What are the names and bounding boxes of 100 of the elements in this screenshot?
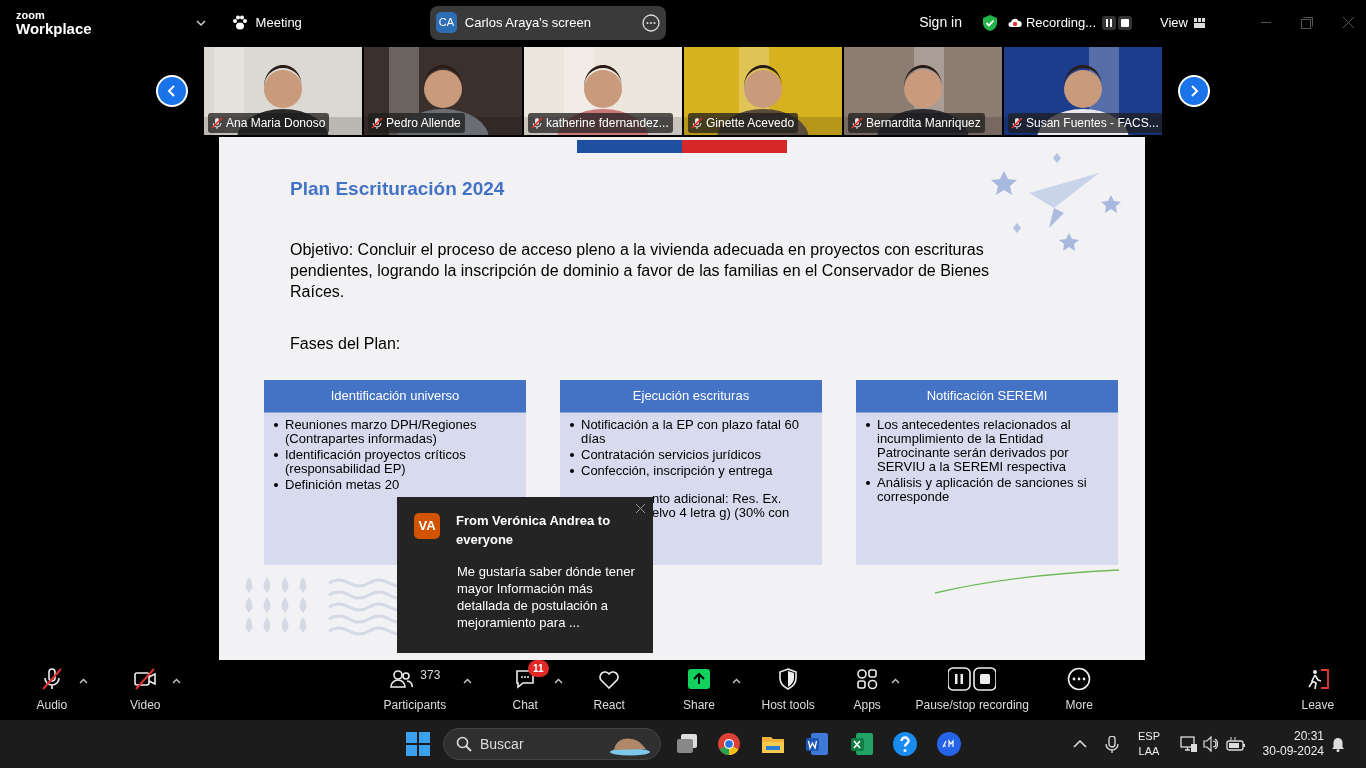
language-code[interactable]: ESP bbox=[1138, 729, 1160, 744]
participant-count: 373 bbox=[420, 667, 441, 684]
apps-button[interactable]: Apps bbox=[853, 666, 881, 714]
browser-icon[interactable] bbox=[717, 732, 741, 756]
bullet-icon bbox=[274, 422, 278, 427]
battery-icon[interactable] bbox=[1226, 736, 1246, 752]
share-button[interactable]: Share bbox=[683, 666, 716, 714]
start-icon[interactable] bbox=[406, 732, 430, 756]
spreadsheet-icon[interactable] bbox=[850, 732, 874, 756]
avatar-initials: VA bbox=[414, 513, 440, 539]
record-button[interactable]: Pause/stop recording bbox=[915, 666, 1029, 714]
next-button[interactable] bbox=[1178, 75, 1210, 107]
bullet-text: Reuniones marzo DPH/Regiones (Contrapartes informadas) bbox=[285, 417, 478, 446]
clock-date[interactable]: 30-09-2024 bbox=[1252, 744, 1324, 759]
grid-icon bbox=[1194, 17, 1205, 28]
search-icon bbox=[456, 736, 472, 752]
bullet-icon bbox=[866, 480, 870, 485]
people-icon bbox=[389, 667, 414, 691]
audio-button[interactable]: Audio bbox=[36, 666, 68, 714]
recording-status: Recording... bbox=[1025, 13, 1097, 32]
previous-button[interactable] bbox=[156, 75, 188, 107]
bullet-text: Identificación proyectos críticos (responsabilidad EP) bbox=[285, 447, 467, 476]
task-view-icon[interactable] bbox=[675, 732, 699, 756]
chat-sender: From Verónica Andrea to everyone bbox=[456, 512, 612, 549]
participant-video[interactable]: Ginette Acevedo bbox=[684, 47, 842, 135]
close-icon[interactable] bbox=[636, 504, 645, 513]
chat-notification[interactable]: VA From Verónica Andrea to everyone Me gustaría saber dónde tener mayor Información más detallada de postulación a mejoramiento para ... bbox=[397, 497, 653, 653]
leave-button[interactable]: Leave bbox=[1301, 666, 1335, 714]
phase-heading: Identificación universo bbox=[264, 379, 526, 413]
bullet-text: Notificación a la EP con plazo fatal 60 días bbox=[581, 417, 800, 446]
clock-time[interactable]: 20:31 bbox=[1252, 729, 1324, 744]
pause-icon[interactable] bbox=[1102, 15, 1117, 30]
participants-button[interactable]: 373 Participants bbox=[383, 666, 447, 714]
more-icon[interactable] bbox=[641, 13, 660, 32]
bullet-text: Análisis y aplicación de sanciones si corresponde bbox=[877, 475, 1088, 504]
word-document-icon[interactable] bbox=[805, 732, 829, 756]
phase-heading: Notificación SEREMI bbox=[856, 379, 1118, 413]
bullet-icon bbox=[274, 482, 278, 487]
app-logo-small-text: zoom bbox=[16, 9, 46, 21]
caret-icon[interactable] bbox=[79, 678, 88, 684]
bullet-text: Contratación servicios jurídicos bbox=[581, 447, 761, 462]
participant-name: Susan Fuentes - FACS... bbox=[1026, 115, 1159, 132]
participant-video[interactable]: Susan Fuentes - FACS... bbox=[1004, 47, 1162, 135]
video-meeting-app-icon[interactable] bbox=[937, 732, 961, 756]
network-icon[interactable] bbox=[1180, 736, 1198, 752]
microphone-icon[interactable] bbox=[1105, 735, 1119, 753]
participant-name: Ana Maria Donoso bbox=[226, 115, 326, 132]
objective-text: Objetivo: Concluir el proceso de acceso pleno a la vivienda adecuada en proyectos con escrituras pendientes, logrando la inscripción de dominio a favor de las familias en el Conservador de Bienes Raíces. bbox=[290, 239, 991, 302]
more-button[interactable]: More bbox=[1065, 666, 1093, 714]
participant-video[interactable]: katherine fdernandez... bbox=[524, 47, 682, 135]
cloud-icon bbox=[1007, 17, 1022, 28]
keyboard-layout-code[interactable]: LAA bbox=[1138, 744, 1160, 759]
caret-icon[interactable] bbox=[554, 678, 563, 684]
participant-name: katherine fdernandez... bbox=[546, 115, 669, 132]
minimize-icon[interactable] bbox=[1261, 21, 1271, 24]
speaker-icon[interactable] bbox=[1203, 735, 1218, 753]
bullet-icon bbox=[570, 468, 574, 473]
chevron-up-icon[interactable] bbox=[1073, 740, 1087, 748]
caret-icon[interactable] bbox=[172, 678, 181, 684]
more-icon bbox=[1067, 667, 1092, 691]
video-button[interactable]: Video bbox=[130, 666, 161, 714]
exit-door-icon bbox=[1305, 667, 1330, 691]
paw-icon bbox=[231, 15, 248, 30]
app-logo-text: Workplace bbox=[16, 20, 92, 36]
bullet-text: Los antecedentes relacionados al incumplimiento de la Entidad Patrocinante serán derivados por SERVIU a la SEREMI respectiva bbox=[877, 417, 1072, 474]
meeting-label[interactable]: Meeting bbox=[255, 12, 302, 33]
react-button[interactable]: React bbox=[593, 666, 625, 714]
participant-video[interactable]: Bernardita Manriquez bbox=[844, 47, 1002, 135]
host-button[interactable]: Host tools bbox=[761, 666, 815, 714]
chat-message: Me gustaría saber dónde tener mayor Información más detallada de postulación a mejoramiento para ... bbox=[457, 563, 636, 631]
bullet-icon bbox=[274, 452, 278, 457]
pause-stop-icon bbox=[948, 667, 997, 691]
search-field[interactable]: Buscar bbox=[443, 728, 661, 760]
caret-icon[interactable] bbox=[891, 678, 900, 684]
view-button[interactable]: View bbox=[1160, 12, 1188, 33]
chevron-down-icon[interactable] bbox=[195, 18, 206, 27]
section-heading: Fases del Plan: bbox=[290, 333, 402, 354]
bullet-text: elvo 4 letra g) (30% con bbox=[652, 505, 790, 520]
bullet-text: Definición metas 20 bbox=[285, 477, 400, 492]
caret-icon[interactable] bbox=[463, 678, 472, 684]
bullet-icon bbox=[570, 452, 574, 457]
participant-name: Pedro Allende bbox=[386, 115, 461, 132]
screen-share-indicator[interactable]: CA Carlos Araya's screen bbox=[429, 5, 666, 40]
bullet-icon bbox=[570, 422, 574, 427]
participant-name: Ginette Acevedo bbox=[706, 115, 795, 132]
close-icon[interactable] bbox=[1343, 17, 1354, 28]
maximize-icon[interactable] bbox=[1301, 16, 1313, 29]
caret-icon[interactable] bbox=[732, 678, 741, 684]
shield-check-icon bbox=[981, 13, 998, 32]
stop-icon[interactable] bbox=[1118, 15, 1133, 30]
participant-video[interactable]: Pedro Allende bbox=[364, 47, 522, 135]
bullet-text: Confección, inscripción y entrega bbox=[581, 463, 773, 478]
apps-icon bbox=[855, 667, 880, 691]
bullet-icon bbox=[866, 422, 870, 427]
participant-name: Bernardita Manriquez bbox=[866, 115, 981, 132]
sign-in-link[interactable]: Sign in bbox=[919, 12, 962, 33]
help-icon[interactable] bbox=[893, 732, 917, 756]
participant-video[interactable]: Ana Maria Donoso bbox=[204, 47, 362, 135]
notification-bell-icon[interactable] bbox=[1331, 736, 1345, 752]
unread-badge: 11 bbox=[528, 660, 549, 677]
